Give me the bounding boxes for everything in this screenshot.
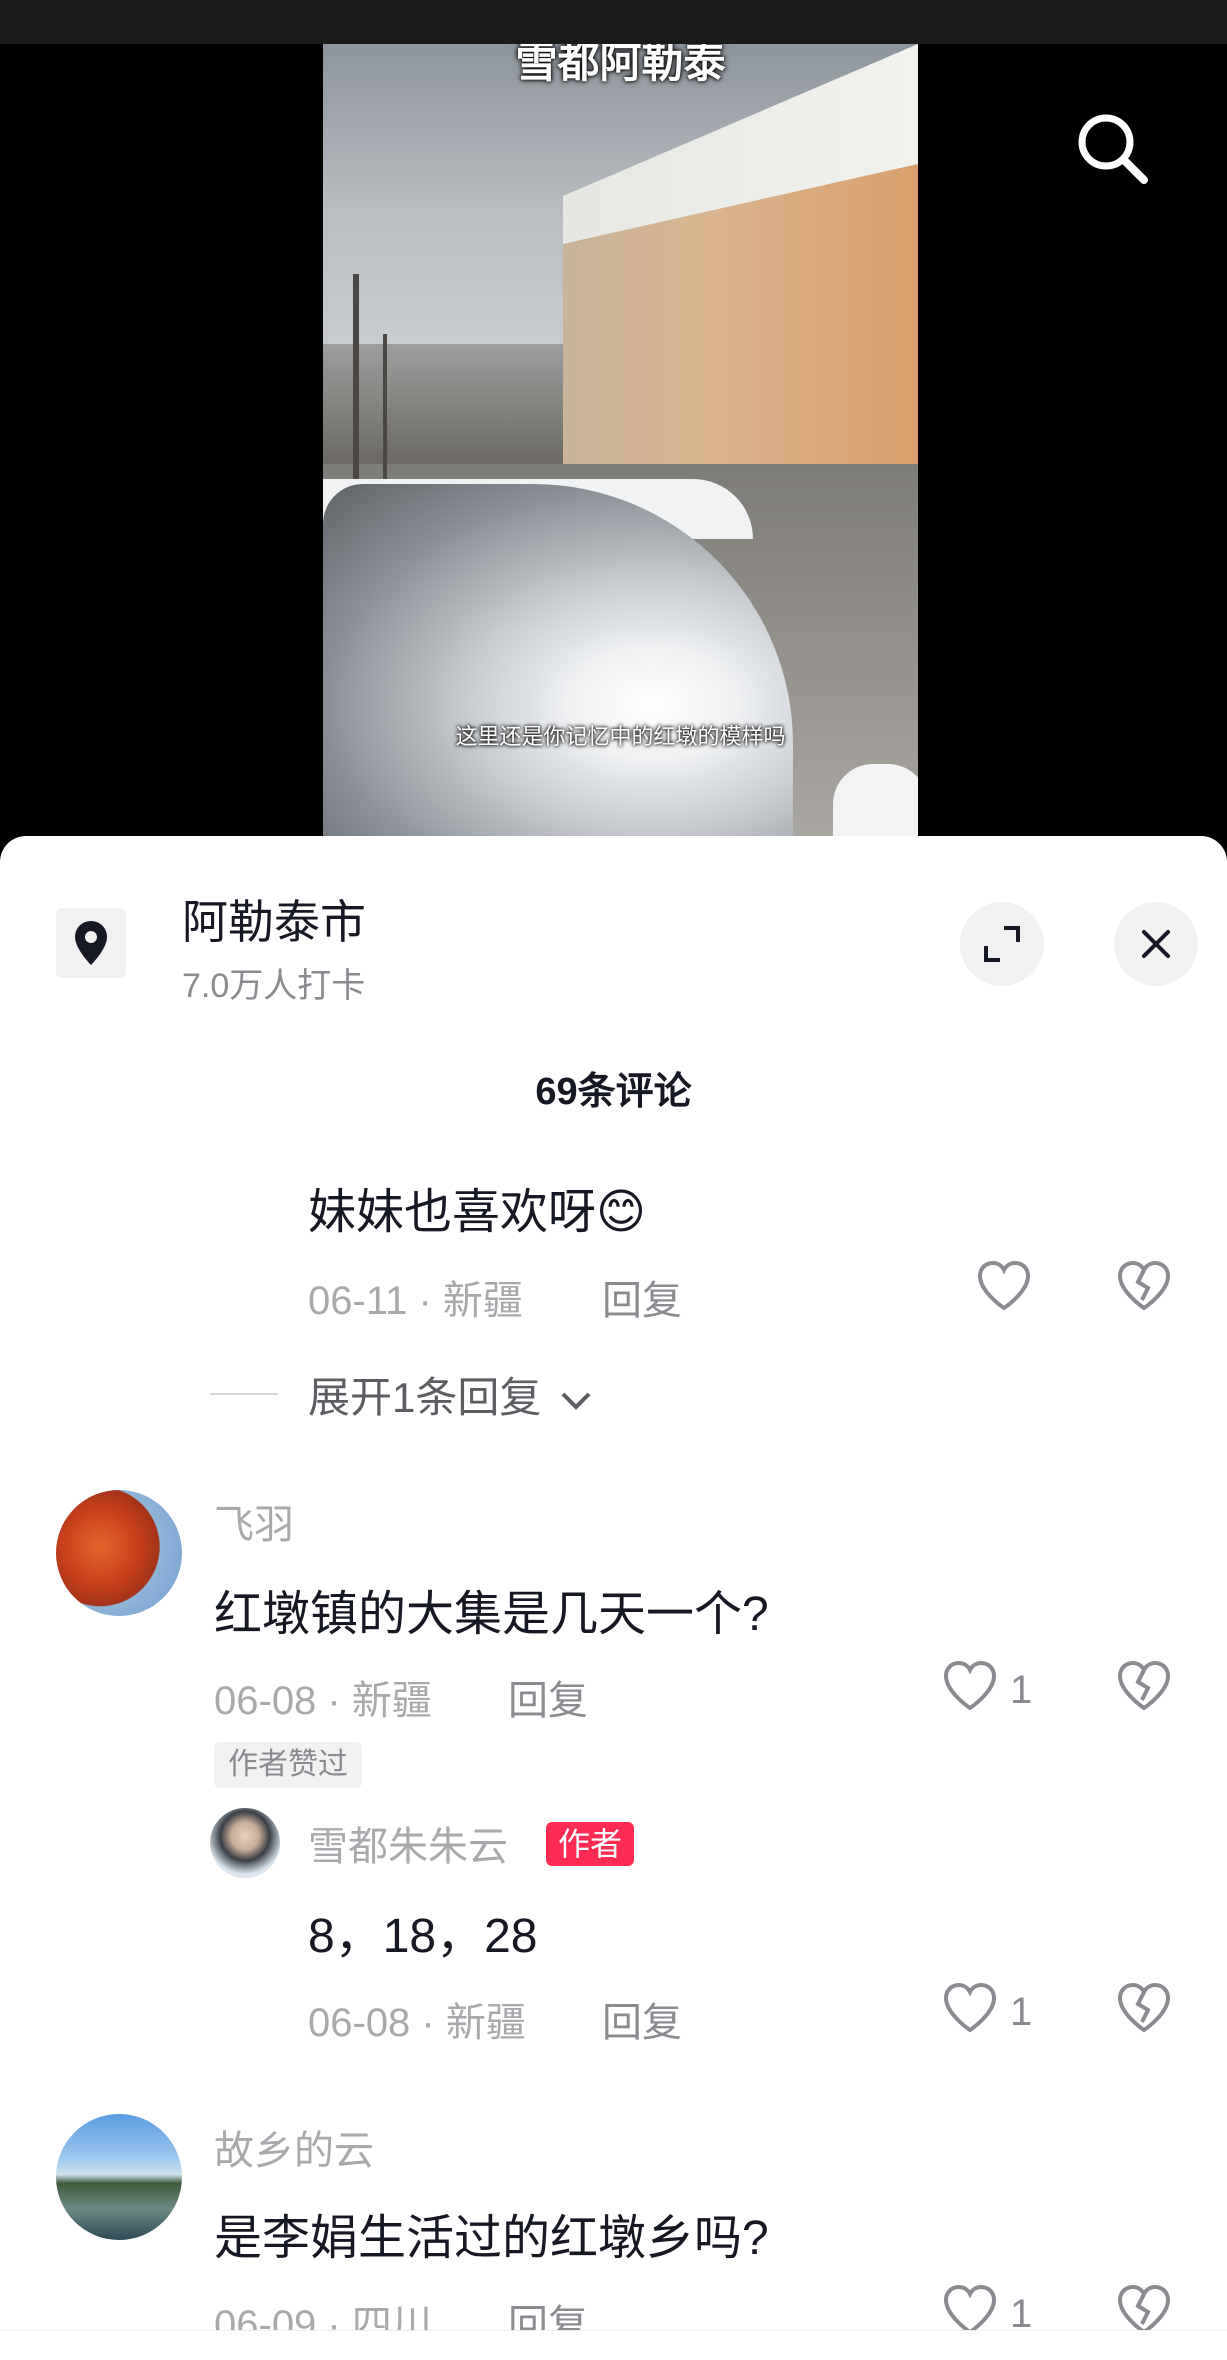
author-liked-badge: 作者赞过 [214,1742,362,1788]
comment-date: 06-11 [308,1279,408,1323]
comment-region: 新疆 [445,2001,526,2045]
video-title: 雪都阿勒泰 [515,44,726,86]
reply-button[interactable]: 回复 [602,1990,682,2048]
expand-replies-label: 展开1条回复 [308,1374,542,1421]
reply-button[interactable]: 回复 [602,1268,682,1326]
location-name[interactable]: 阿勒泰市 [182,886,366,952]
heart-icon[interactable] [976,1260,1032,1317]
dislike-icon[interactable] [1116,1260,1172,1317]
comment-text: 妹妹也喜欢呀😊 [308,1186,647,1239]
comment-region: 新疆 [442,1279,523,1323]
comment-text: 红墩镇的大集是几天一个? [214,1588,769,1641]
expand-icon[interactable] [960,902,1044,986]
comment-username[interactable]: 雪都朱朱云 [308,1814,508,1872]
comment-username[interactable]: 飞羽 [214,1492,294,1550]
utility-pole [383,334,387,484]
location-checkins: 7.0万人打卡 [182,967,366,1005]
avatar[interactable] [210,1808,280,1878]
author-badge: 作者 [546,1822,635,1866]
reply-text: 8，18，28 [308,1910,538,1963]
dislike-icon[interactable] [1116,1660,1172,1717]
comment-text: 是李娟生活过的红墩乡吗? [214,2212,769,2265]
close-icon[interactable] [1114,902,1198,986]
comment-meta: 06-11 · 新疆 [308,1279,523,1323]
like-count: 1 [1010,1668,1033,1712]
heart-icon[interactable] [942,1660,998,1717]
comment-username[interactable]: 故乡的云 [214,2118,374,2176]
avatar[interactable] [56,1490,182,1616]
avatar[interactable] [56,2114,182,2240]
comment-meta: 06-08 · 新疆 [214,1679,432,1723]
status-bar [0,0,1227,44]
expand-replies-button[interactable]: 展开1条回复 [308,1364,593,1425]
video-subtitle: 这里还是你记忆中的红墩的模样吗 [455,724,786,749]
video-player[interactable]: 雪都阿勒泰 这里还是你记忆中的红墩的模样吗 [0,44,1227,844]
comments-sheet: 阿勒泰市 7.0万人打卡 69条评论 妹妹也喜欢呀😊 06-11 · 新疆 回复… [0,836,1227,2360]
car-mirror [833,764,918,844]
comment-date: 06-08 [214,1679,317,1723]
comment-input-bar[interactable] [0,2330,1227,2360]
heart-icon[interactable] [942,1982,998,2039]
comment-count: 69条评论 [535,1071,692,1113]
chevron-down-icon [561,1392,591,1410]
comment-meta: 06-08 · 新疆 [308,2001,526,2045]
expand-divider [210,1393,278,1395]
like-count: 1 [1010,1990,1033,2034]
reply-button[interactable]: 回复 [508,1668,588,1726]
dislike-icon[interactable] [1116,1982,1172,2039]
comment-region: 新疆 [351,1679,432,1723]
comment-date: 06-08 [308,2001,411,2045]
search-icon[interactable] [1070,106,1158,194]
location-pin-icon[interactable] [56,908,126,978]
